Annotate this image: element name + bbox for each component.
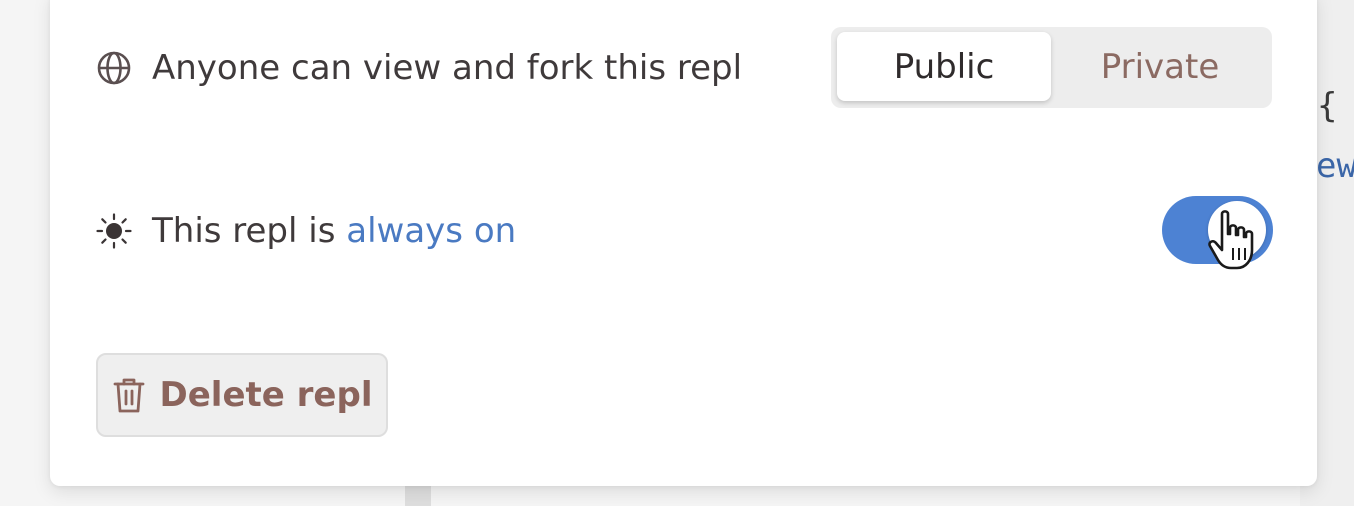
visibility-label: Anyone can view and fork this repl	[152, 48, 743, 88]
delete-repl-button[interactable]: Delete repl	[96, 353, 388, 437]
editor-divider	[405, 486, 431, 506]
visibility-row: Anyone can view and fork this repl	[96, 46, 742, 90]
visibility-segmented-control: Public Private	[831, 27, 1272, 108]
pointer-hand-icon	[1202, 208, 1258, 272]
private-option-button[interactable]: Private	[1053, 32, 1267, 101]
sun-icon	[96, 213, 132, 249]
always-on-link[interactable]: always on	[346, 211, 516, 251]
code-text-brace: {	[1317, 86, 1338, 126]
trash-icon	[112, 376, 146, 414]
delete-repl-label: Delete repl	[159, 375, 373, 415]
always-on-row: This repl is always on	[96, 208, 516, 254]
always-on-label: This repl is always on	[152, 211, 516, 251]
always-on-label-prefix: This repl is	[152, 211, 347, 251]
public-option-button[interactable]: Public	[837, 32, 1051, 101]
code-text-fragment: ew	[1316, 146, 1354, 186]
globe-icon	[96, 50, 132, 86]
